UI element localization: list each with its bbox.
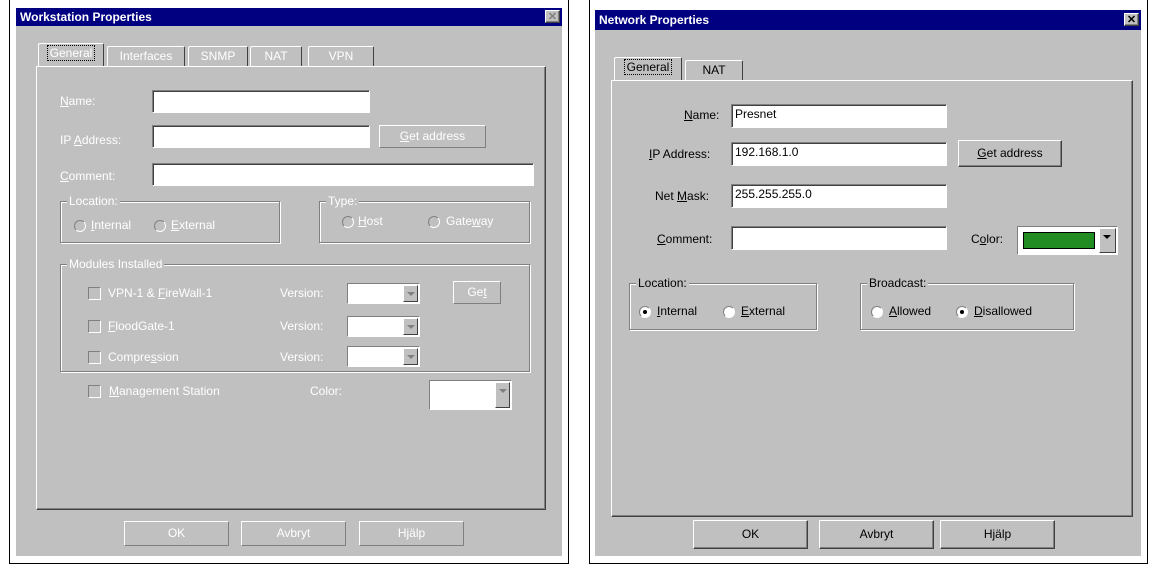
chevron-down-icon xyxy=(403,285,418,302)
radio-internal[interactable] xyxy=(74,220,86,232)
color-label: Color: xyxy=(310,384,343,398)
workstation-properties-dialog: Workstation Properties ✕ General Interfa… xyxy=(16,8,562,556)
type-group: Type: Host Gateway xyxy=(319,194,530,243)
name-label: Name: xyxy=(60,94,96,108)
module-label-compression: Compression xyxy=(108,350,179,364)
comment-label: Comment: xyxy=(657,232,713,246)
module-checkbox-vpn-firewall[interactable] xyxy=(88,287,101,300)
dialog-title: Workstation Properties xyxy=(16,8,562,26)
radio-host-label: Host xyxy=(358,214,383,228)
radio-external-label: External xyxy=(171,218,216,232)
tab-nat[interactable]: NAT xyxy=(685,60,743,80)
management-station-checkbox[interactable] xyxy=(88,385,101,398)
radio-selected-dot xyxy=(643,310,647,314)
ip-address-field[interactable] xyxy=(152,125,370,148)
module-version-select[interactable]: 4.1 xyxy=(347,283,420,304)
help-button[interactable]: Hjälp xyxy=(359,521,464,546)
radio-external[interactable] xyxy=(723,306,735,318)
modules-legend: Modules Installed xyxy=(67,257,165,272)
radio-internal[interactable] xyxy=(639,306,651,318)
tab-interfaces[interactable]: Interfaces xyxy=(107,46,185,66)
ok-button[interactable]: OK xyxy=(693,520,808,549)
radio-selected-dot xyxy=(960,310,964,314)
radio-allowed-label: Allowed xyxy=(889,304,932,318)
ip-address-field[interactable]: 192.168.1.0 xyxy=(731,142,947,166)
radio-disallowed[interactable] xyxy=(956,306,968,318)
net-mask-label: Net Mask: xyxy=(655,189,710,203)
type-legend: Type: xyxy=(326,194,360,209)
right-window-frame: Network Properties ✕ General NAT Name: P… xyxy=(589,0,1148,564)
radio-allowed[interactable] xyxy=(871,306,883,318)
comment-field[interactable] xyxy=(731,226,947,250)
chevron-down-icon xyxy=(1099,228,1116,253)
tab-general[interactable]: General xyxy=(614,57,682,80)
get-address-button[interactable]: Get address xyxy=(958,140,1062,167)
management-station-label: Management Station xyxy=(109,384,220,398)
get-address-button[interactable]: Get address xyxy=(379,125,486,148)
radio-external[interactable] xyxy=(154,220,166,232)
module-checkbox-compression[interactable] xyxy=(88,351,101,364)
cancel-button[interactable]: Avbryt xyxy=(241,521,346,546)
name-label: Name: xyxy=(684,108,720,122)
location-group: Location: Internal External xyxy=(629,276,817,330)
comment-label: Comment: xyxy=(60,169,116,183)
radio-gateway-label: Gateway xyxy=(446,214,494,228)
color-select[interactable] xyxy=(1017,226,1118,255)
ok-button[interactable]: OK xyxy=(124,521,229,546)
comment-field[interactable] xyxy=(152,163,534,186)
tab-snmp[interactable]: SNMP xyxy=(188,46,248,66)
chevron-down-icon xyxy=(495,382,510,408)
module-version-label: Version: xyxy=(280,319,324,333)
module-label-vpn-firewall: VPN-1 & FireWall-1 xyxy=(108,286,213,300)
net-mask-field[interactable]: 255.255.255.0 xyxy=(731,184,947,208)
location-legend: Location: xyxy=(636,276,689,291)
close-icon[interactable]: ✕ xyxy=(1124,13,1139,26)
location-legend: Location: xyxy=(67,194,120,209)
module-label-floodgate: FloodGate-1 xyxy=(108,319,175,333)
radio-internal-label: Internal xyxy=(657,304,698,318)
color-swatch xyxy=(1023,232,1095,249)
chevron-down-icon xyxy=(403,318,418,335)
help-button[interactable]: Hjälp xyxy=(940,520,1055,549)
tab-nat[interactable]: NAT xyxy=(250,46,302,66)
radio-gateway[interactable] xyxy=(428,216,440,228)
network-properties-dialog: Network Properties ✕ General NAT Name: P… xyxy=(595,10,1141,556)
broadcast-legend: Broadcast: xyxy=(867,276,929,291)
radio-host[interactable] xyxy=(342,216,354,228)
radio-disallowed-label: Disallowed xyxy=(974,304,1033,318)
dialog-title: Network Properties xyxy=(595,10,1141,30)
broadcast-group: Broadcast: Allowed Disallowed xyxy=(860,276,1074,330)
chevron-down-icon xyxy=(403,348,418,365)
module-version-select[interactable]: 4.1 xyxy=(347,316,420,337)
module-checkbox-floodgate[interactable] xyxy=(88,320,101,333)
left-window-frame: Workstation Properties ✕ General Interfa… xyxy=(9,0,569,564)
name-field[interactable]: Presnet xyxy=(731,104,947,128)
name-field[interactable] xyxy=(152,90,370,113)
ip-address-label: IP Address: xyxy=(649,147,711,161)
tab-vpn[interactable]: VPN xyxy=(308,46,374,66)
close-icon[interactable]: ✕ xyxy=(545,10,560,23)
color-select[interactable] xyxy=(429,380,512,410)
cancel-button[interactable]: Avbryt xyxy=(819,520,934,549)
module-version-select[interactable]: 4.1 xyxy=(347,346,420,367)
get-modules-button[interactable]: Get xyxy=(453,281,501,304)
modules-installed-group: Modules Installed VPN-1 & FireWall-1 Ver… xyxy=(60,257,530,372)
ip-address-label: IP Address: xyxy=(60,133,122,147)
location-group: Location: Internal External xyxy=(60,194,280,243)
tab-general[interactable]: General xyxy=(38,43,104,66)
radio-internal-label: Internal xyxy=(91,218,132,232)
color-label: Color: xyxy=(971,232,1004,246)
module-version-label: Version: xyxy=(280,286,324,300)
module-version-label: Version: xyxy=(280,350,324,364)
radio-external-label: External xyxy=(741,304,786,318)
